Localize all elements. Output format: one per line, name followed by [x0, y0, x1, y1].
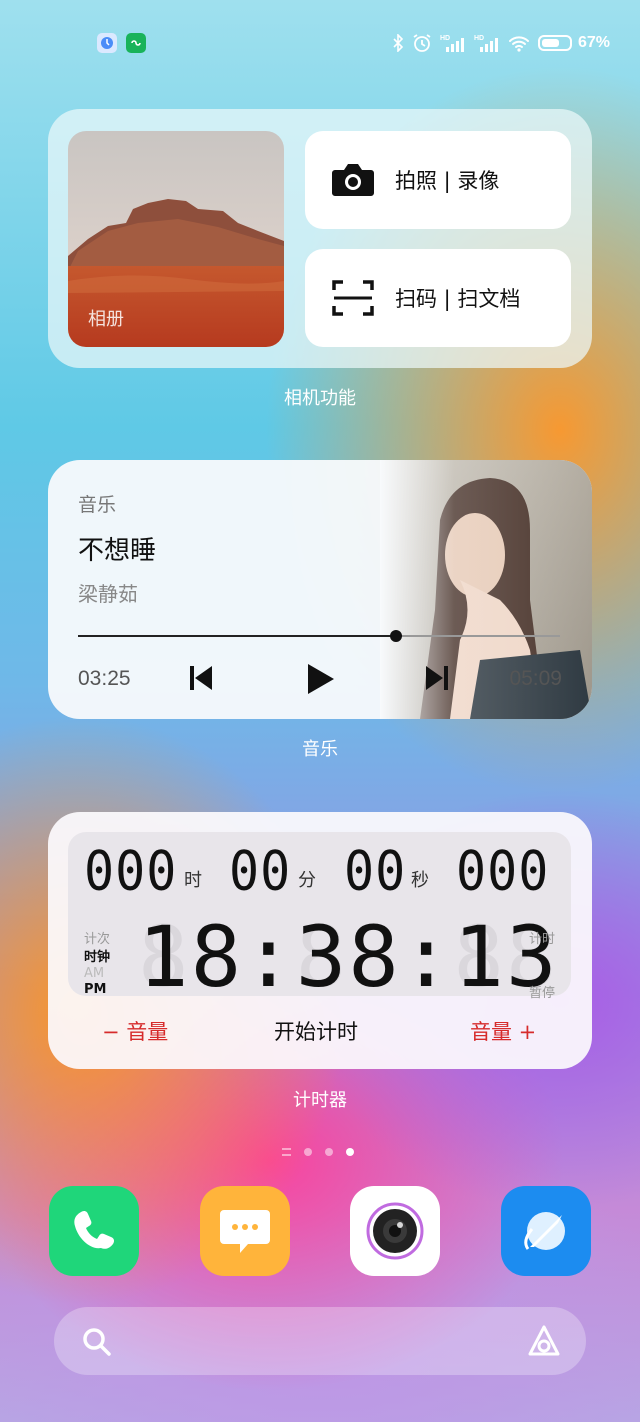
phone-icon — [74, 1210, 115, 1249]
clock-time: 18:38:13 — [138, 908, 559, 1006]
link-app-icon — [126, 33, 146, 53]
camera-widget: 相册 拍照 | 录像 扫码 | 扫文档 — [48, 109, 592, 368]
progress-fill — [78, 635, 397, 637]
stopwatch-seconds: 00 — [344, 839, 407, 903]
battery-fill — [541, 39, 560, 47]
page-dot[interactable] — [304, 1148, 312, 1156]
clock-app-icon — [97, 33, 117, 53]
camera-icon — [332, 164, 374, 196]
next-track-icon[interactable] — [424, 662, 450, 694]
minutes-unit: 分 — [298, 870, 316, 891]
stopwatch-millis: 000 — [456, 839, 550, 903]
bluetooth-icon — [393, 34, 404, 52]
scan-icon — [332, 280, 374, 316]
page-dot[interactable] — [325, 1148, 333, 1156]
seconds-unit: 秒 — [411, 870, 429, 891]
hours-unit: 时 — [184, 870, 202, 891]
album-tile[interactable]: 相册 — [68, 131, 284, 347]
clock-display: 88:88:88 18:38:13 — [138, 908, 557, 1006]
search-bar[interactable] — [54, 1307, 586, 1375]
elapsed-time: 03:25 — [78, 667, 131, 690]
timer-widget: 000 时 00 分 00 秒 000 计次 时钟 AM PM 88:88:88… — [48, 812, 592, 1069]
volume-down-button[interactable]: − 音量 — [102, 1016, 168, 1046]
lap-label: 计次 — [84, 932, 111, 947]
camera-widget-caption: 相机功能 — [284, 388, 356, 409]
assistant-icon[interactable] — [526, 1324, 562, 1358]
pm-label: PM — [84, 982, 107, 997]
pause-label: 暂停 — [528, 986, 555, 1001]
battery-text: 67% — [577, 34, 610, 51]
stopwatch-row: 000 时 00 分 00 秒 000 — [84, 839, 559, 903]
progress-knob[interactable] — [390, 630, 403, 642]
alarm-icon — [413, 34, 431, 52]
page-indicator[interactable] — [282, 1148, 354, 1156]
signal-hd-icon: HD — [474, 35, 498, 52]
signal-hd-icon: HD — [440, 35, 464, 52]
progress-slider[interactable] — [78, 630, 560, 642]
message-icon — [220, 1210, 270, 1253]
phone-app[interactable] — [49, 1186, 139, 1276]
page-dot[interactable] — [282, 1148, 291, 1156]
play-icon[interactable] — [304, 662, 336, 696]
song-title: 不想睡 — [78, 536, 157, 566]
total-time: 05:09 — [509, 667, 562, 690]
status-bar: HD HD 67% — [0, 0, 640, 80]
page-dot-active[interactable] — [346, 1148, 354, 1156]
volume-up-button[interactable]: 音量 + — [470, 1016, 536, 1046]
scan-button[interactable]: 扫码 | 扫文档 — [305, 249, 571, 347]
timing-label: 计时 — [528, 932, 555, 947]
artist-name: 梁静茹 — [78, 582, 138, 606]
stopwatch-minutes: 00 — [229, 839, 292, 903]
photo-video-label: 拍照 | 录像 — [395, 169, 500, 193]
clock-mode-label: 时钟 — [84, 950, 111, 965]
camera-app[interactable] — [350, 1186, 440, 1276]
svg-text:HD: HD — [440, 35, 450, 42]
music-widget[interactable]: 音乐 不想睡 梁静茹 03:25 05:09 — [48, 460, 592, 719]
stopwatch-hours: 000 — [84, 839, 178, 903]
browser-app[interactable] — [501, 1186, 591, 1276]
start-timer-button[interactable]: 开始计时 — [274, 1016, 358, 1046]
music-widget-caption: 音乐 — [302, 739, 338, 760]
wifi-icon — [508, 36, 529, 52]
scan-label: 扫码 | 扫文档 — [395, 287, 521, 311]
music-header: 音乐 — [78, 494, 117, 516]
album-label: 相册 — [88, 309, 124, 330]
svg-text:HD: HD — [474, 35, 484, 42]
messages-app[interactable] — [200, 1186, 290, 1276]
photo-video-button[interactable]: 拍照 | 录像 — [305, 131, 571, 229]
battery-indicator: 67% — [537, 34, 610, 52]
timer-widget-caption: 计时器 — [293, 1090, 347, 1111]
compass-icon — [524, 1212, 565, 1250]
battery-icon — [537, 35, 572, 51]
search-icon — [83, 1328, 111, 1356]
camera-lens-icon — [366, 1202, 424, 1260]
status-icons: HD HD 67% — [392, 30, 610, 56]
previous-track-icon[interactable] — [188, 662, 214, 694]
lcd-display: 000 时 00 分 00 秒 000 计次 时钟 AM PM 88:88:88… — [68, 832, 571, 1006]
am-label: AM — [84, 966, 105, 981]
